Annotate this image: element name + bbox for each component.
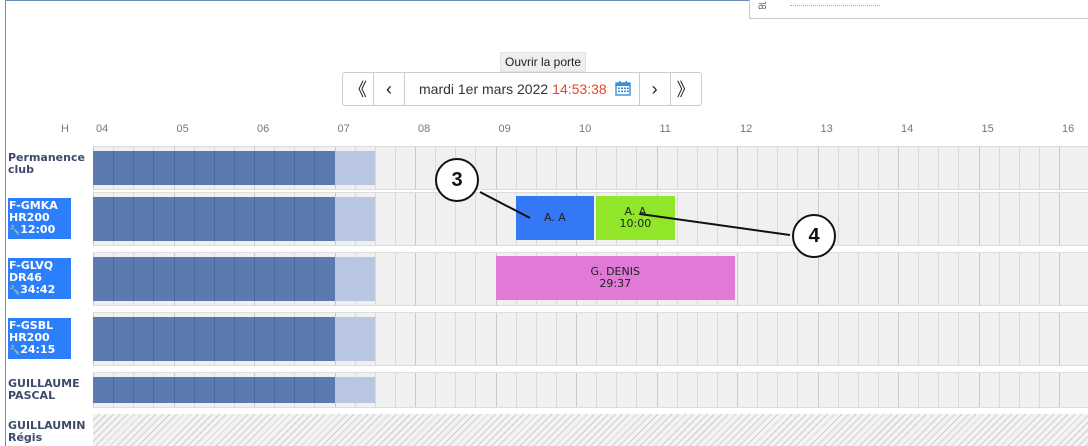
callout-4: 4 xyxy=(792,214,836,258)
callout-lines xyxy=(479,191,791,236)
callout-3: 3 xyxy=(435,158,479,202)
